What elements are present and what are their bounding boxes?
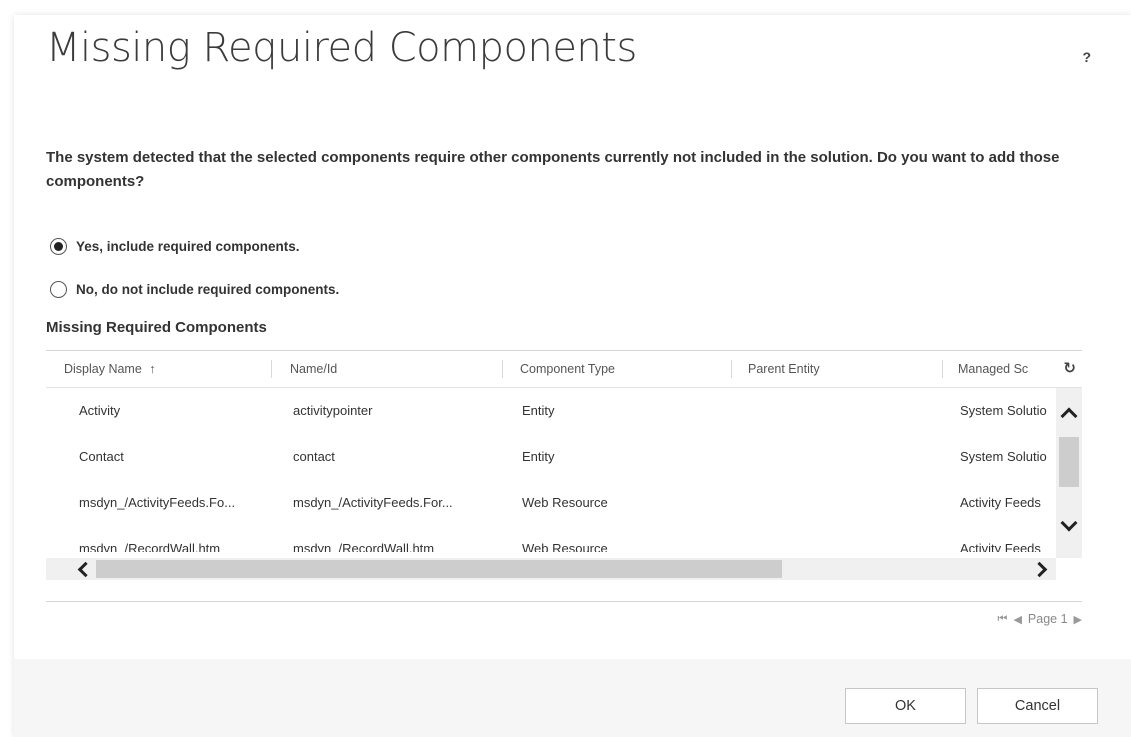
cell-parent-entity bbox=[749, 526, 929, 552]
scroll-left-icon[interactable] bbox=[77, 561, 94, 578]
pager: ⏮ ◀ Page 1 ▶ bbox=[998, 612, 1082, 626]
vertical-scroll-thumb[interactable] bbox=[1059, 437, 1079, 487]
grid-section-title: Missing Required Components bbox=[46, 319, 267, 336]
column-divider[interactable] bbox=[502, 360, 503, 378]
refresh-icon[interactable]: ↻ bbox=[1063, 351, 1076, 387]
cell-managed-solution: Activity Feeds bbox=[960, 541, 1041, 552]
column-header-managed-solution[interactable]: Managed Sc bbox=[958, 351, 1036, 387]
cell-display-name: Contact bbox=[79, 449, 124, 464]
option-no[interactable]: No, do not include required components. bbox=[50, 278, 339, 300]
cell-component-type: Entity bbox=[522, 449, 555, 464]
cell-display-name: msdyn_/ActivityFeeds.Fo... bbox=[79, 495, 236, 510]
cell-name-id: msdyn_/RecordWall.htm bbox=[293, 541, 435, 552]
cell-component-type: Web Resource bbox=[522, 541, 608, 552]
cell-managed-solution: Activity Feeds bbox=[960, 495, 1041, 510]
help-icon[interactable]: ? bbox=[1082, 49, 1091, 65]
cell-component-type: Entity bbox=[522, 403, 555, 418]
cell-display-name: Activity bbox=[79, 403, 121, 418]
table-row[interactable]: Contact contact Entity System Solutio bbox=[46, 434, 1056, 480]
cell-parent-entity bbox=[749, 434, 929, 480]
scroll-up-icon[interactable] bbox=[1060, 407, 1078, 425]
option-yes-label: Yes, include required components. bbox=[76, 238, 300, 254]
cancel-button[interactable]: Cancel bbox=[977, 688, 1098, 724]
cell-name-id: contact bbox=[293, 449, 335, 464]
table-row[interactable]: msdyn_/ActivityFeeds.Fo... msdyn_/Activi… bbox=[46, 480, 1056, 526]
grid-divider bbox=[46, 601, 1082, 602]
cell-parent-entity bbox=[749, 388, 929, 434]
cell-parent-entity bbox=[749, 480, 929, 526]
next-page-icon[interactable]: ▶ bbox=[1074, 613, 1082, 626]
table-row[interactable]: msdyn_/RecordWall.htm msdyn_/RecordWall.… bbox=[46, 526, 1056, 552]
grid-header: Display Name ↑ Name/Id Component Type Pa… bbox=[46, 351, 1082, 388]
previous-page-icon[interactable]: ◀ bbox=[1013, 613, 1021, 626]
cell-managed-solution: System Solutio bbox=[960, 403, 1047, 418]
vertical-scrollbar[interactable] bbox=[1056, 388, 1082, 558]
page-label: Page 1 bbox=[1027, 612, 1068, 626]
option-no-label: No, do not include required components. bbox=[76, 281, 340, 297]
first-page-icon[interactable]: ⏮ bbox=[998, 613, 1008, 626]
radio-yes[interactable] bbox=[50, 237, 67, 255]
ok-button[interactable]: OK bbox=[845, 688, 966, 724]
column-divider[interactable] bbox=[731, 360, 732, 378]
column-header-label: Display Name bbox=[64, 362, 142, 376]
cell-display-name: msdyn_/RecordWall.htm bbox=[79, 541, 221, 552]
column-divider[interactable] bbox=[271, 360, 272, 378]
option-yes[interactable]: Yes, include required components. bbox=[50, 235, 300, 257]
column-header-component-type[interactable]: Component Type bbox=[520, 351, 615, 387]
horizontal-scroll-thumb[interactable] bbox=[96, 560, 782, 578]
horizontal-scrollbar[interactable] bbox=[46, 558, 1056, 580]
cell-component-type: Web Resource bbox=[522, 495, 608, 510]
column-header-parent-entity[interactable]: Parent Entity bbox=[748, 351, 820, 387]
sort-ascending-icon: ↑ bbox=[149, 362, 156, 376]
cell-name-id: msdyn_/ActivityFeeds.For... bbox=[293, 495, 453, 510]
dialog-message: The system detected that the selected co… bbox=[46, 149, 1060, 190]
radio-no[interactable] bbox=[50, 280, 67, 298]
scroll-right-icon[interactable] bbox=[1031, 561, 1048, 578]
grid-body: Activity activitypointer Entity System S… bbox=[46, 388, 1056, 552]
components-grid: Display Name ↑ Name/Id Component Type Pa… bbox=[46, 350, 1082, 587]
scroll-down-icon[interactable] bbox=[1060, 514, 1078, 532]
column-divider[interactable] bbox=[942, 360, 943, 378]
dialog-title: Missing Required Components bbox=[46, 25, 637, 71]
table-row[interactable]: Activity activitypointer Entity System S… bbox=[46, 388, 1056, 434]
cell-managed-solution: System Solutio bbox=[960, 449, 1047, 464]
cell-name-id: activitypointer bbox=[293, 403, 373, 418]
column-header-name-id[interactable]: Name/Id bbox=[290, 351, 337, 387]
column-header-display-name[interactable]: Display Name ↑ bbox=[64, 351, 156, 387]
